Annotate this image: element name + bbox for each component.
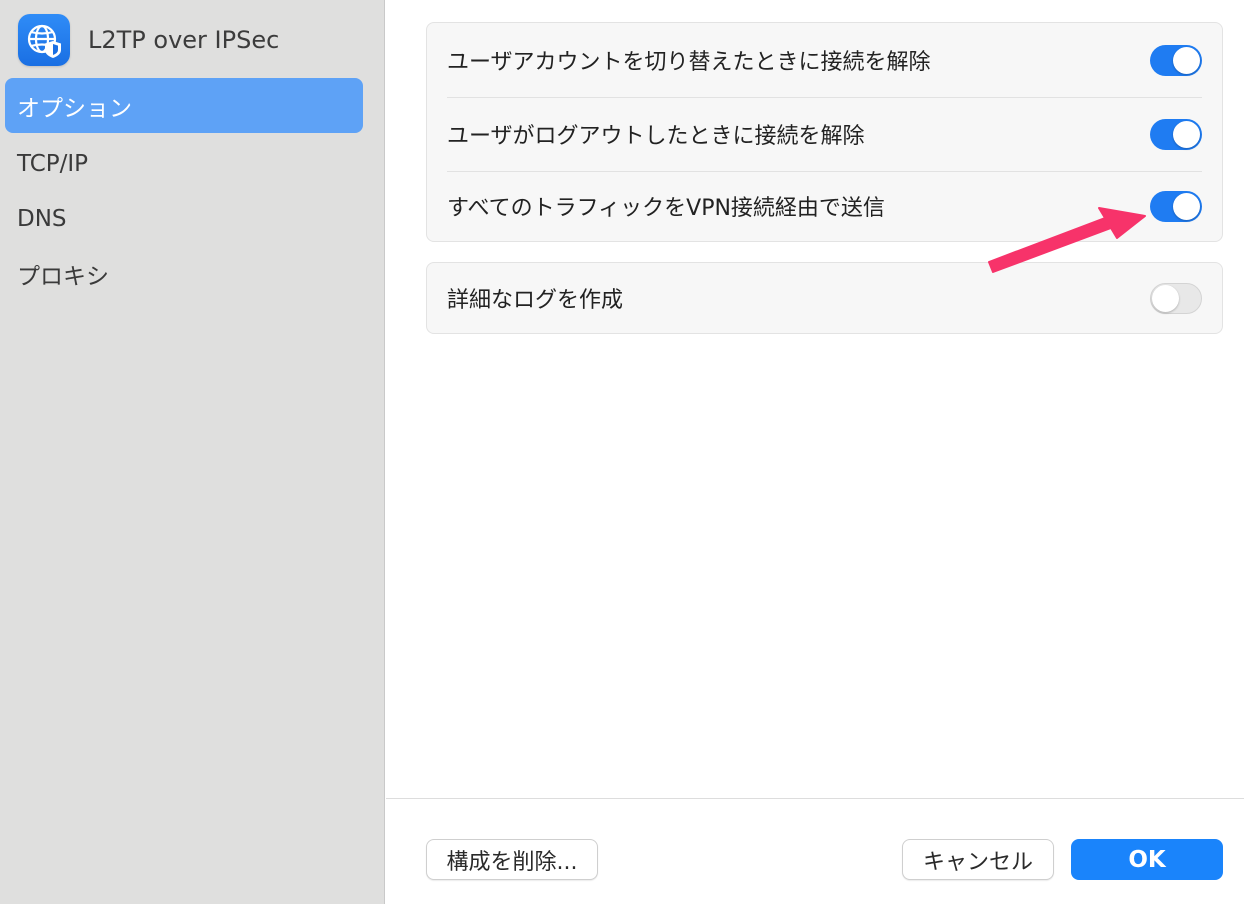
option-label: ユーザアカウントを切り替えたときに接続を解除 (447, 50, 931, 75)
sidebar-item-options[interactable]: オプション (5, 78, 363, 133)
button-label: 構成を削除... (446, 849, 578, 875)
sidebar-item-proxy[interactable]: プロキシ (5, 246, 363, 301)
option-label: ユーザがログアウトしたときに接続を解除 (447, 124, 865, 149)
sidebar-header: L2TP over IPSec (18, 14, 279, 66)
cancel-button[interactable]: キャンセル (902, 839, 1054, 880)
ok-button[interactable]: OK (1071, 839, 1223, 880)
sidebar-item-label: プロキシ (17, 263, 109, 290)
globe-shield-icon (18, 14, 70, 66)
option-row-disconnect-on-logout: ユーザがログアウトしたときに接続を解除 (427, 97, 1222, 171)
toggle-knob (1173, 120, 1200, 148)
sidebar-item-tcpip[interactable]: TCP/IP (5, 136, 363, 191)
verbose-logging-toggle[interactable] (1150, 282, 1202, 314)
disconnect-on-logout-toggle[interactable] (1150, 118, 1202, 150)
option-row-disconnect-on-switch: ユーザアカウントを切り替えたときに接続を解除 (427, 23, 1222, 97)
toggle-knob (1152, 284, 1179, 312)
sidebar-item-label: TCP/IP (17, 150, 89, 177)
delete-configuration-button[interactable]: 構成を削除... (426, 839, 598, 880)
button-label: OK (1128, 846, 1166, 873)
sidebar: L2TP over IPSec オプション TCP/IP DNS プロキシ (0, 0, 385, 904)
arrow-annotation-icon (988, 207, 1146, 273)
sidebar-item-dns[interactable]: DNS (5, 191, 363, 246)
send-all-traffic-toggle[interactable] (1150, 190, 1202, 222)
sidebar-item-label: DNS (17, 205, 67, 232)
toggle-knob (1173, 46, 1200, 74)
sidebar-item-label: オプション (17, 95, 132, 122)
disconnect-on-user-switch-toggle[interactable] (1150, 44, 1202, 76)
sidebar-title: L2TP over IPSec (88, 26, 280, 54)
footer-divider (386, 798, 1244, 799)
toggle-knob (1173, 192, 1200, 220)
button-label: キャンセル (922, 849, 1033, 875)
